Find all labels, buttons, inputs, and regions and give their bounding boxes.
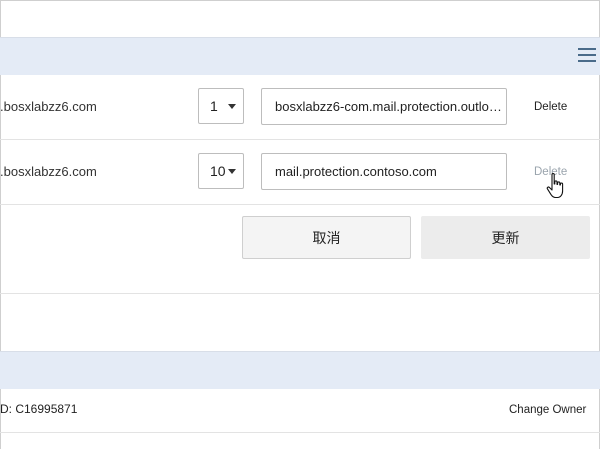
target-input[interactable]: mail.protection.contoso.com: [261, 153, 507, 190]
change-owner-link[interactable]: Change Owner: [509, 404, 586, 416]
priority-dropdown[interactable]: 10: [198, 153, 244, 189]
priority-dropdown[interactable]: 1: [198, 88, 244, 124]
record-domain: .bosxlabzz6.com: [0, 164, 97, 179]
section-header-bar: [0, 37, 600, 75]
priority-value: 1: [210, 98, 218, 114]
delete-button[interactable]: Delete: [534, 75, 567, 139]
divider: [0, 432, 600, 433]
section-header-bar: [0, 351, 600, 389]
mx-record-row: .bosxlabzz6.com 1 bosxlabzz6-com.mail.pr…: [0, 75, 600, 140]
priority-value: 10: [210, 163, 226, 179]
hamburger-menu-icon[interactable]: [578, 48, 596, 64]
target-input[interactable]: bosxlabzz6-com.mail.protection.outlook.c…: [261, 88, 507, 125]
chevron-down-icon: [228, 104, 236, 109]
cancel-button[interactable]: 取消: [242, 216, 411, 259]
update-button[interactable]: 更新: [421, 216, 590, 259]
hand-pointer-icon: [546, 173, 564, 199]
mx-record-row: .bosxlabzz6.com 10 mail.protection.conto…: [0, 140, 600, 205]
record-id-text: D: C16995871: [0, 402, 78, 416]
divider: [0, 293, 600, 294]
record-domain: .bosxlabzz6.com: [0, 99, 97, 114]
chevron-down-icon: [228, 169, 236, 174]
